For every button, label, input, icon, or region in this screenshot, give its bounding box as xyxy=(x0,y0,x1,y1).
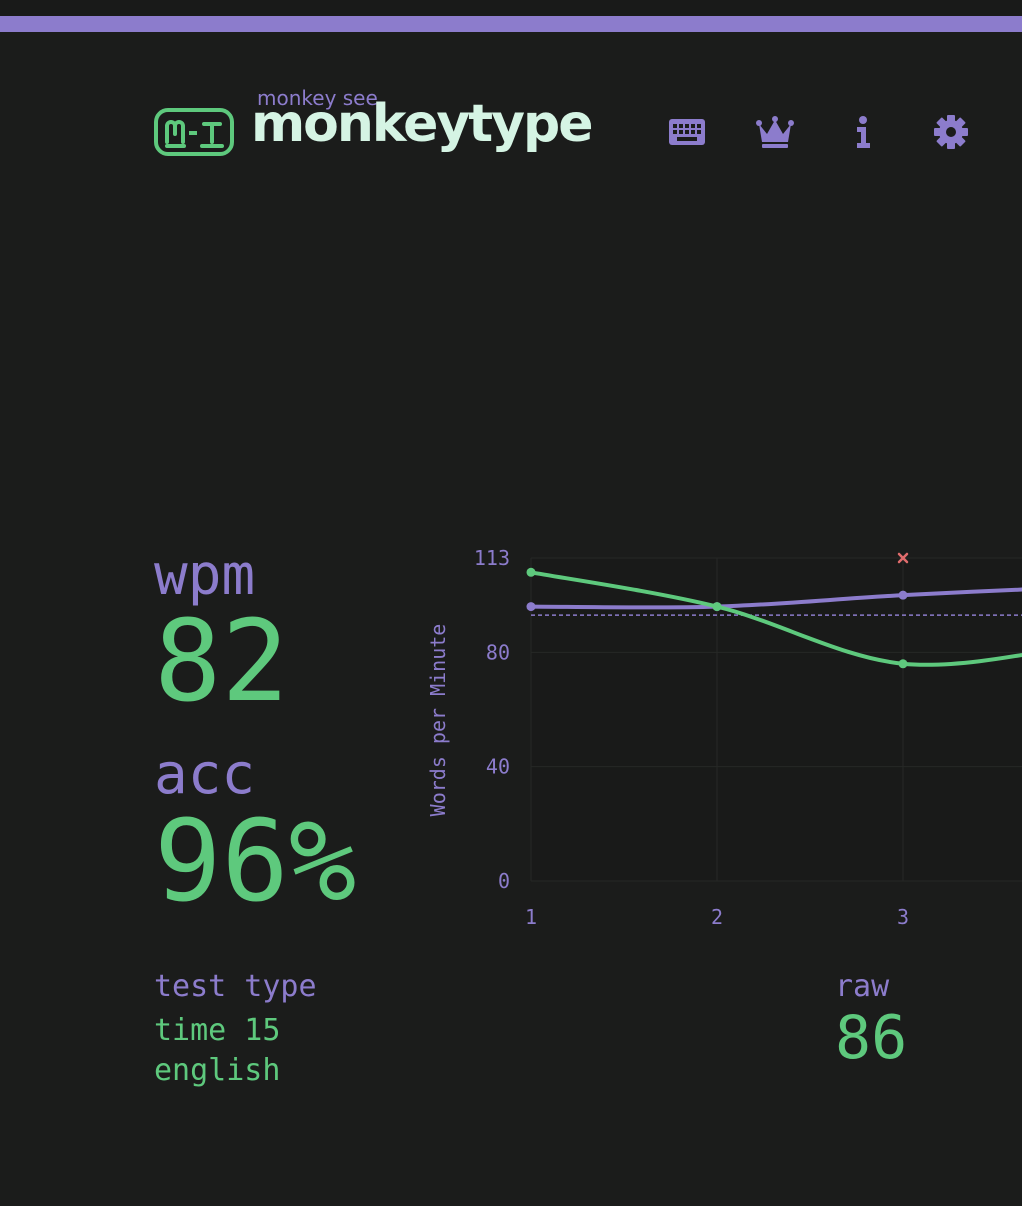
series-point-2 xyxy=(526,567,536,577)
series-point-1 xyxy=(526,602,536,612)
y-ticks: 0 40 80 113 xyxy=(474,546,510,893)
series-point-1 xyxy=(898,590,908,600)
acc-value: 96% xyxy=(154,797,357,927)
loading-bar xyxy=(0,16,1022,32)
keyboard-icon[interactable] xyxy=(667,114,707,150)
wpm-value: 82 xyxy=(154,597,289,727)
y-tick-label: 113 xyxy=(474,546,510,570)
crown-icon[interactable] xyxy=(755,114,795,150)
top-strip xyxy=(0,0,1022,16)
y-tick-label: 0 xyxy=(498,869,510,893)
x-tick-label: 2 xyxy=(711,905,723,929)
test-type-time: time 15 xyxy=(154,1013,281,1048)
series-point-2 xyxy=(712,602,722,612)
y-axis-title: Words per Minute xyxy=(426,624,450,817)
x-tick-label: 1 xyxy=(525,905,537,929)
x-tick-label: 3 xyxy=(897,905,909,929)
x-ticks: 1 2 3 xyxy=(525,905,909,929)
gear-icon[interactable] xyxy=(931,114,971,150)
series-point-2 xyxy=(898,659,908,669)
wpm-chart: Words per Minute 0 40 80 113 1 2 3 xyxy=(426,546,1022,929)
y-tick-label: 80 xyxy=(486,640,510,664)
test-type-label: test type xyxy=(154,969,317,1004)
raw-value: 86 xyxy=(835,1003,908,1073)
logo-icon xyxy=(154,108,234,156)
logo-title: monkeytype xyxy=(251,94,594,154)
info-icon[interactable] xyxy=(843,114,883,150)
raw-label: raw xyxy=(835,969,890,1004)
test-type-language: english xyxy=(154,1053,281,1088)
y-tick-label: 40 xyxy=(486,755,510,779)
